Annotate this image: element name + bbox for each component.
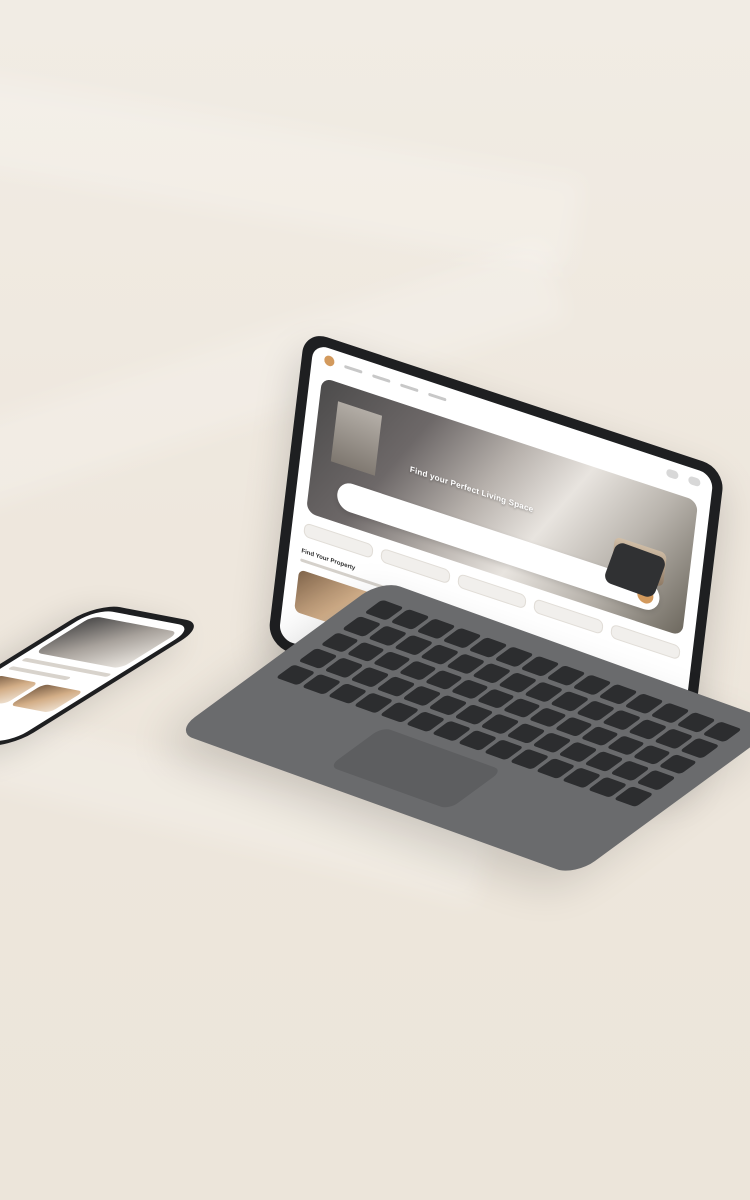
nav-item[interactable] [372, 373, 391, 383]
tablet-device: Find your Perfect Living Space Find Your… [174, 330, 750, 876]
hero-title: Find your Perfect Living Space [409, 464, 534, 515]
device-mockup-scene: Find your Perfect Living Space Find Your… [0, 0, 750, 1200]
phone-card-grid [0, 675, 84, 713]
nav-item[interactable] [428, 392, 447, 402]
phone-screen [0, 608, 195, 744]
phone-hero-image [34, 615, 179, 669]
menu-button[interactable] [687, 475, 701, 488]
nav-item[interactable] [344, 364, 363, 374]
nav-item[interactable] [400, 382, 419, 392]
background-light-band [0, 59, 583, 271]
account-button[interactable] [665, 468, 679, 481]
phone-device [0, 603, 208, 750]
logo-icon [323, 354, 335, 368]
